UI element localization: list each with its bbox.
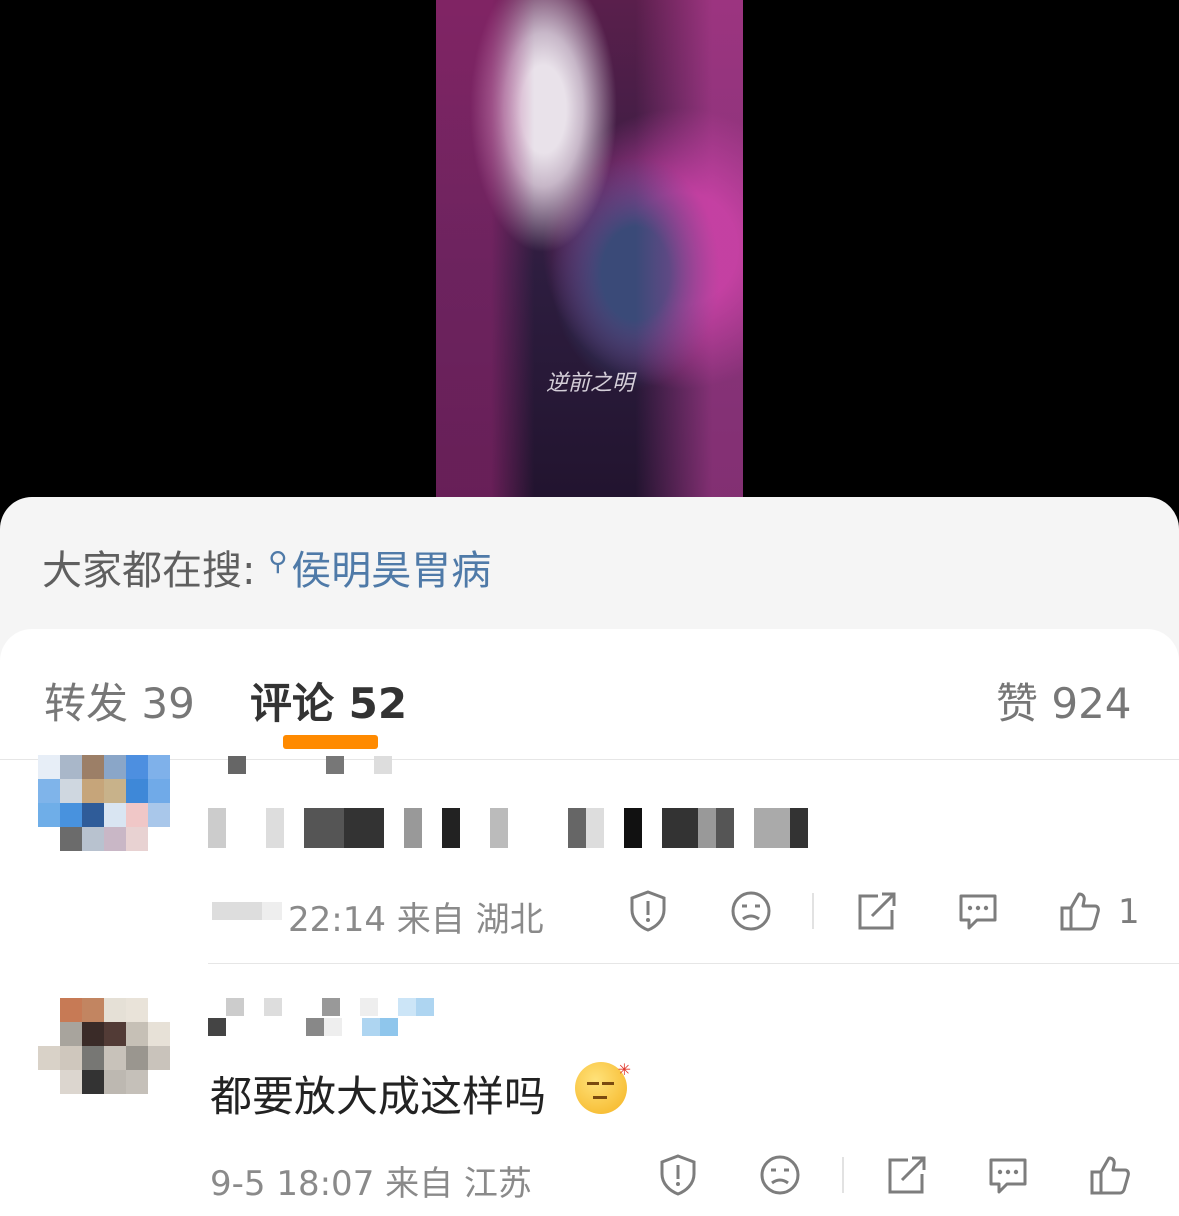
comment-text-redacted: [208, 808, 808, 848]
emoji-eye: [602, 1082, 614, 1085]
active-tab-indicator: [283, 735, 378, 749]
like-count: 1: [1118, 892, 1140, 932]
username-redacted[interactable]: [208, 998, 434, 1016]
like-icon[interactable]: [1087, 1152, 1133, 1198]
tab-comments[interactable]: 评论 52: [250, 670, 407, 731]
action-separator: [842, 1157, 844, 1193]
media-area: 逆前之明: [0, 0, 1179, 500]
search-hint-prefix: 大家都在搜:: [42, 548, 269, 594]
like-icon[interactable]: [1057, 888, 1103, 934]
trending-search-hint[interactable]: 大家都在搜: ⚲ 侯明昊胃病: [42, 538, 491, 596]
comment-text: 都要放大成这样吗: [210, 1072, 547, 1121]
video-overlay: [436, 0, 743, 497]
video-watermark: 逆前之明: [546, 371, 635, 396]
comment-meta: 22:14 来自 湖北: [288, 900, 544, 940]
video-thumbnail[interactable]: 逆前之明: [436, 0, 743, 497]
username-redacted-row2: [208, 1018, 398, 1036]
share-icon[interactable]: [884, 1152, 930, 1198]
comment-divider: [208, 963, 1179, 964]
date-redacted: [212, 902, 282, 920]
tab-likes[interactable]: 赞 924: [996, 670, 1132, 731]
username-redacted[interactable]: [228, 756, 392, 774]
search-keyword-link[interactable]: 侯明昊胃病: [291, 548, 491, 594]
share-icon[interactable]: [854, 888, 900, 934]
search-icon: ⚲: [268, 546, 288, 577]
anger-mark-icon: ✳: [617, 1060, 631, 1079]
dislike-face-icon[interactable]: [757, 1152, 803, 1198]
comment-meta: 9-5 18:07 来自 江苏: [210, 1164, 532, 1204]
reply-icon[interactable]: [985, 1152, 1031, 1198]
avatar[interactable]: [38, 755, 170, 851]
report-icon[interactable]: [625, 888, 671, 934]
tabs-divider: [0, 759, 1179, 760]
tab-reposts[interactable]: 转发 39: [44, 670, 195, 731]
report-icon[interactable]: [655, 1152, 701, 1198]
action-separator: [812, 893, 814, 929]
reply-icon[interactable]: [955, 888, 1001, 934]
annoyed-emoji-icon: ✳: [575, 1060, 631, 1114]
avatar[interactable]: [38, 998, 170, 1094]
emoji-mouth: [593, 1096, 607, 1099]
emoji-eye: [587, 1082, 599, 1085]
dislike-face-icon[interactable]: [728, 888, 774, 934]
